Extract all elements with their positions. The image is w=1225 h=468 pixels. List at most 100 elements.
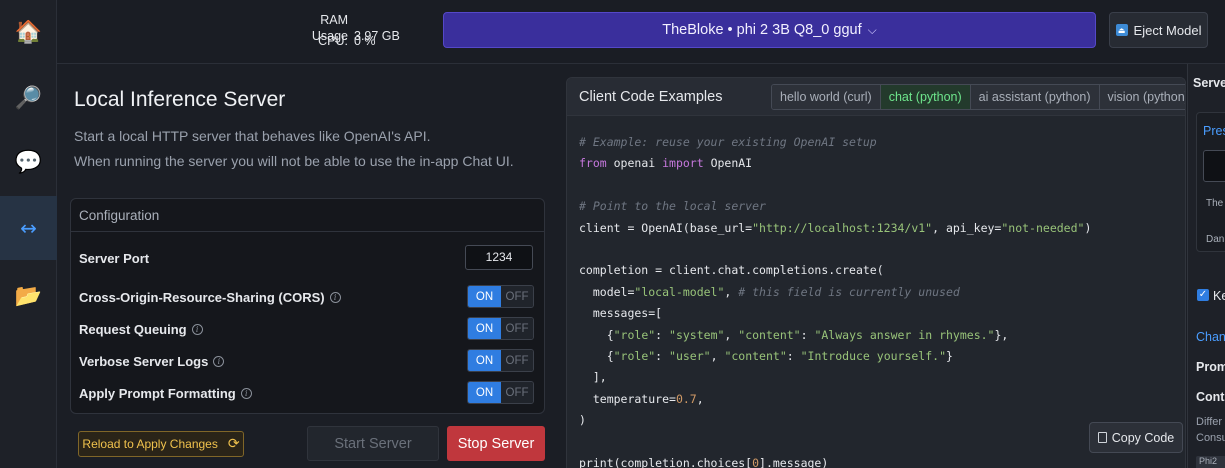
code-line: from openai import OpenAI: [579, 153, 1091, 174]
toggle-off[interactable]: OFF: [501, 286, 533, 307]
nav-models[interactable]: 📂: [0, 264, 57, 328]
code-token: :: [655, 327, 670, 342]
clipboard-icon: [1097, 432, 1107, 443]
copy-code-button[interactable]: Copy Code: [1089, 422, 1183, 453]
toggle-on[interactable]: ON: [468, 286, 501, 307]
nav-home[interactable]: 🏠: [0, 0, 57, 64]
code-token: # Point to the local server: [579, 199, 766, 214]
toggle-on[interactable]: ON: [468, 350, 501, 371]
code-token: "local-model": [634, 284, 725, 299]
code-token: ],: [579, 370, 607, 385]
home-icon: 🏠: [14, 19, 43, 44]
code-tabs: hello world (curl) chat (python) ai assi…: [771, 84, 1185, 110]
request-queuing-label: Request Queuing i: [79, 322, 203, 337]
prompt-formatting-toggle[interactable]: ON OFF: [467, 381, 534, 404]
configuration-panel: Configuration Server Port 1234 Cross-Ori…: [70, 198, 545, 414]
code-token: ,: [696, 391, 704, 406]
description-line-2: When running the server you will not be …: [74, 153, 514, 169]
preset-input[interactable]: [1203, 150, 1225, 182]
code-token: ].message): [759, 456, 829, 468]
cors-toggle[interactable]: ON OFF: [467, 285, 534, 308]
right-panel-header: Server: [1193, 76, 1225, 90]
tab-vision-python[interactable]: vision (python): [1099, 85, 1185, 109]
code-token: "role": [613, 349, 656, 364]
copy-code-label: Copy Code: [1111, 430, 1175, 445]
server-port-text: Server Port: [79, 251, 150, 266]
code-token: import: [662, 156, 704, 171]
keep-checkbox[interactable]: ✓: [1197, 289, 1209, 301]
right-text-2: Dan: [1206, 234, 1225, 245]
info-icon[interactable]: i: [329, 292, 341, 303]
page-title: Local Inference Server: [74, 88, 286, 111]
info-icon[interactable]: i: [191, 324, 203, 335]
code-token: :: [800, 327, 815, 342]
change-link[interactable]: Chang: [1196, 330, 1225, 344]
reload-button[interactable]: Reload to Apply Changes ⟳: [78, 431, 244, 457]
nav-search[interactable]: 🔎: [0, 66, 57, 130]
code-token: ,: [724, 284, 739, 299]
search-icon: 🔎: [14, 85, 43, 110]
tab-chat-python[interactable]: chat (python): [880, 85, 971, 109]
code-token: "system": [669, 327, 725, 342]
nav-chat[interactable]: 💬: [0, 130, 57, 194]
code-token: }: [946, 349, 953, 364]
code-token: "Always answer in rhymes.": [814, 327, 995, 342]
request-queuing-text: Request Queuing: [79, 322, 187, 337]
cors-label: Cross-Origin-Resource-Sharing (CORS) i: [79, 290, 341, 305]
nav-server[interactable]: ↔: [0, 196, 57, 260]
eject-icon: ⏏: [1115, 24, 1128, 36]
model-selector[interactable]: TheBloke • phi 2 3B Q8_0 gguf ⌵: [443, 12, 1096, 48]
verbose-logs-toggle[interactable]: ON OFF: [467, 349, 534, 372]
code-line: model="local-model", # this field is cur…: [579, 282, 1091, 303]
preset-link[interactable]: Pres: [1203, 124, 1225, 138]
tab-ai-assistant-python[interactable]: ai assistant (python): [970, 85, 1100, 109]
eject-model-button[interactable]: ⏏ Eject Model: [1109, 12, 1208, 48]
right-text-1: The: [1206, 198, 1224, 209]
code-token: "user": [669, 349, 711, 364]
info-icon[interactable]: i: [240, 388, 252, 399]
toggle-on[interactable]: ON: [468, 318, 501, 339]
chevron-down-icon: ⌵: [867, 22, 877, 37]
cpu-value: 0 %: [354, 34, 376, 48]
server-port-label: Server Port: [79, 251, 149, 266]
refresh-icon: ⟳: [227, 436, 240, 452]
code-token: OpenAI: [703, 156, 753, 171]
code-token: from: [579, 156, 607, 171]
toggle-off[interactable]: OFF: [501, 382, 533, 403]
code-token: print(completion.choices[: [579, 456, 753, 468]
context-label: Conte: [1196, 390, 1225, 404]
verbose-logs-label: Verbose Server Logs i: [79, 354, 225, 369]
description-line-1: Start a local HTTP server that behaves l…: [74, 128, 431, 144]
start-server-button[interactable]: Start Server: [307, 426, 439, 461]
code-token: "not-needed": [1001, 220, 1085, 235]
folder-icon: 📂: [14, 283, 43, 308]
code-token: "http://localhost:1234/v1": [752, 220, 933, 235]
cors-text: Cross-Origin-Resource-Sharing (CORS): [79, 290, 325, 305]
server-port-input[interactable]: 1234: [465, 245, 533, 270]
code-token: ,: [710, 349, 725, 364]
code-token: ,: [724, 327, 739, 342]
arrows-icon: ↔: [20, 216, 37, 240]
right-settings-panel: Server Pres The Dan ✓ Ke Chang Promp Con…: [1187, 64, 1225, 468]
code-line: messages=[: [579, 303, 1091, 324]
code-token: {: [579, 349, 614, 364]
eject-label: Eject Model: [1133, 22, 1202, 38]
code-panel-header: Client Code Examples hello world (curl) …: [567, 78, 1185, 116]
cpu-label: CPU:: [318, 34, 348, 48]
code-examples-panel: Client Code Examples hello world (curl) …: [566, 77, 1186, 468]
toggle-on[interactable]: ON: [468, 382, 501, 403]
code-block[interactable]: # Example: reuse your existing OpenAI se…: [579, 132, 1091, 468]
code-token: "content": [738, 327, 801, 342]
keep-checkbox-label: Ke: [1213, 289, 1225, 303]
request-queuing-toggle[interactable]: ON OFF: [467, 317, 534, 340]
tab-hello-world-curl[interactable]: hello world (curl): [772, 85, 881, 109]
differ-text: Differ: [1196, 416, 1223, 428]
prompt-label: Promp: [1196, 360, 1225, 374]
info-icon[interactable]: i: [213, 356, 225, 367]
model-tag: Phi2: [1196, 456, 1225, 468]
stop-server-button[interactable]: Stop Server: [447, 426, 545, 461]
toggle-off[interactable]: OFF: [501, 350, 533, 371]
toggle-off[interactable]: OFF: [501, 318, 533, 339]
code-token: openai: [606, 156, 663, 171]
